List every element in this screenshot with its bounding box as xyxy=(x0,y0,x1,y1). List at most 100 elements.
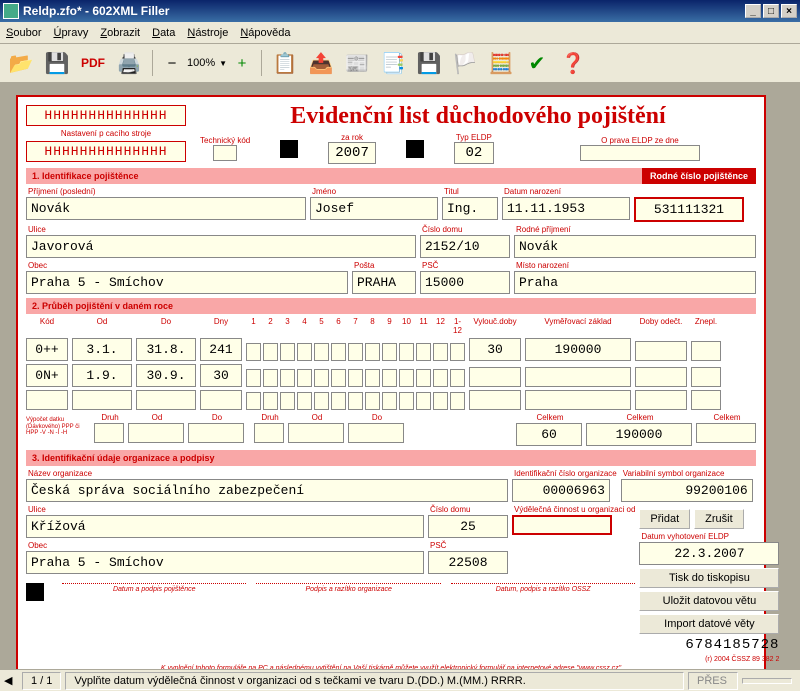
month-box[interactable] xyxy=(246,343,261,361)
menu-napoveda[interactable]: Nápověda xyxy=(240,27,290,39)
save-icon[interactable]: 💾 xyxy=(42,48,72,78)
month-box[interactable] xyxy=(314,392,329,410)
kod-input[interactable]: 0++ xyxy=(26,338,68,361)
validate-icon[interactable]: 📋 xyxy=(270,48,300,78)
month-box[interactable] xyxy=(365,392,380,410)
month-box[interactable] xyxy=(280,343,295,361)
help-icon[interactable]: ❓ xyxy=(558,48,588,78)
month-box[interactable] xyxy=(382,369,397,387)
od-input[interactable] xyxy=(72,390,132,410)
month-box[interactable] xyxy=(450,392,465,410)
month-box[interactable] xyxy=(297,392,312,410)
zaklad-input[interactable] xyxy=(525,367,631,387)
month-box[interactable] xyxy=(280,369,295,387)
form-icon[interactable]: 📰 xyxy=(342,48,372,78)
month-box[interactable] xyxy=(433,369,448,387)
odect-input[interactable] xyxy=(635,367,687,387)
month-box[interactable] xyxy=(399,392,414,410)
tisk-button[interactable]: Tisk do tiskopisu xyxy=(639,568,779,588)
cislo-input[interactable]: 2152/10 xyxy=(420,235,510,258)
ic-input[interactable]: 00006963 xyxy=(512,479,610,502)
ulice-input[interactable]: Javorová xyxy=(26,235,416,258)
vs-input[interactable]: 99200106 xyxy=(621,479,753,502)
month-box[interactable] xyxy=(263,392,278,410)
ulozit-button[interactable]: Uložit datovou větu xyxy=(639,591,779,611)
oprava-input[interactable] xyxy=(580,145,700,161)
vyl-input[interactable] xyxy=(469,390,521,410)
month-box[interactable] xyxy=(263,369,278,387)
psc3-input[interactable]: 22508 xyxy=(428,551,508,574)
menu-upravy[interactable]: Úpravy xyxy=(53,27,88,39)
do-input[interactable]: 31.8. xyxy=(136,338,196,361)
rodne-p-input[interactable]: Novák xyxy=(514,235,756,258)
close-button[interactable]: × xyxy=(781,4,797,18)
detail-icon[interactable]: 📑 xyxy=(378,48,408,78)
typ-input[interactable]: 02 xyxy=(454,142,494,164)
do-input[interactable]: 30.9. xyxy=(136,364,196,387)
vydel-input[interactable] xyxy=(512,515,612,535)
celkem-zaklad[interactable]: 190000 xyxy=(586,423,692,446)
tech-input[interactable] xyxy=(213,145,237,161)
menu-nastroje[interactable]: Nástroje xyxy=(187,27,228,39)
header-code1[interactable]: HHHHHHHHHHHHHH xyxy=(26,105,186,126)
druh2-input[interactable] xyxy=(254,423,284,443)
workarea[interactable]: HHHHHHHHHHHHHH Nastavení p cacího stroje… xyxy=(0,83,800,683)
month-box[interactable] xyxy=(263,343,278,361)
month-box[interactable] xyxy=(382,343,397,361)
znepl-input[interactable] xyxy=(691,390,721,410)
nazev-input[interactable]: Česká správa sociálního zabezpečení xyxy=(26,479,508,502)
do2-input[interactable] xyxy=(188,423,244,443)
datum-vyh-input[interactable]: 22.3.2007 xyxy=(639,542,779,565)
zoom-value[interactable]: 100% xyxy=(187,57,215,69)
send-icon[interactable]: 📤 xyxy=(306,48,336,78)
znepl-input[interactable] xyxy=(691,367,721,387)
znepl-input[interactable] xyxy=(691,341,721,361)
minimize-button[interactable]: _ xyxy=(745,4,761,18)
month-box[interactable] xyxy=(297,343,312,361)
month-box[interactable] xyxy=(348,369,363,387)
print-icon[interactable]: 🖨️ xyxy=(114,48,144,78)
druh-input[interactable] xyxy=(94,423,124,443)
pdf-icon[interactable]: PDF xyxy=(78,48,108,78)
savedata-icon[interactable]: 💾 xyxy=(414,48,444,78)
month-box[interactable] xyxy=(297,369,312,387)
month-box[interactable] xyxy=(314,369,329,387)
celkem-vyl[interactable]: 60 xyxy=(516,423,582,446)
do3-input[interactable] xyxy=(348,423,404,443)
month-box[interactable] xyxy=(416,392,431,410)
zrusit-button[interactable]: Zrušit xyxy=(694,509,744,529)
month-box[interactable] xyxy=(314,343,329,361)
calc-icon[interactable]: 🧮 xyxy=(486,48,516,78)
open-icon[interactable]: 📂 xyxy=(6,48,36,78)
month-box[interactable] xyxy=(450,343,465,361)
titul-input[interactable]: Ing. xyxy=(442,197,498,220)
import-button[interactable]: Import datové věty xyxy=(639,614,779,634)
month-box[interactable] xyxy=(348,343,363,361)
narozeni-input[interactable]: 11.11.1953 xyxy=(502,197,630,220)
odect-input[interactable] xyxy=(635,390,687,410)
do-input[interactable] xyxy=(136,390,196,410)
month-box[interactable] xyxy=(382,392,397,410)
prijmeni-input[interactable]: Novák xyxy=(26,197,306,220)
month-box[interactable] xyxy=(433,392,448,410)
month-box[interactable] xyxy=(450,369,465,387)
header-code2[interactable]: HHHHHHHHHHHHHH xyxy=(26,141,186,162)
month-box[interactable] xyxy=(365,343,380,361)
month-box[interactable] xyxy=(416,369,431,387)
menu-soubor[interactable]: Soubor xyxy=(6,27,41,39)
kod-input[interactable] xyxy=(26,390,68,410)
month-box[interactable] xyxy=(280,392,295,410)
month-box[interactable] xyxy=(246,392,261,410)
rok-input[interactable]: 2007 xyxy=(328,142,376,164)
month-box[interactable] xyxy=(399,369,414,387)
ulice3-input[interactable]: Křížová xyxy=(26,515,424,538)
dny-input[interactable]: 241 xyxy=(200,338,242,361)
zaklad-input[interactable] xyxy=(525,390,631,410)
od3-input[interactable] xyxy=(288,423,344,443)
zoom-in-icon[interactable]: + xyxy=(231,52,253,74)
month-box[interactable] xyxy=(348,392,363,410)
obec3-input[interactable]: Praha 5 - Smíchov xyxy=(26,551,424,574)
obec-input[interactable]: Praha 5 - Smíchov xyxy=(26,271,348,294)
pridat-button[interactable]: Přidat xyxy=(639,509,690,529)
misto-input[interactable]: Praha xyxy=(514,271,756,294)
